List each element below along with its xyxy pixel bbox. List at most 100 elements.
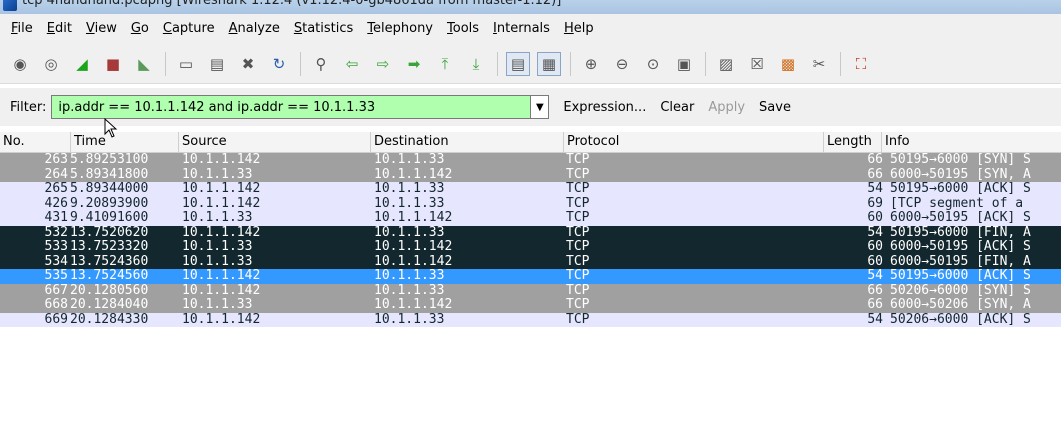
table-row[interactable]: 263 5.89253100 10.1.1.142 10.1.1.33 TCP 66 501…: [0, 153, 1061, 168]
go-forward-icon: ⇨: [376, 54, 390, 73]
start-capture-button[interactable]: ◢: [70, 52, 94, 76]
packet-length: 69: [867, 196, 883, 211]
menu-internals[interactable]: Internals: [486, 14, 557, 44]
packet-time: 5.89253100: [70, 153, 149, 167]
clear-button[interactable]: Clear: [660, 100, 694, 115]
find-packet-button[interactable]: ⚲: [309, 52, 333, 76]
column-header-length[interactable]: Length: [823, 132, 881, 152]
main-toolbar: ◉ ◎ ◢ ■ ◣ ▭ ▤ ✖ ↻ ⚲ ⇦ ⇨ ➡ ⤒ ⤓ ▤ ▦ ⊕ ⊖ ⊙ ▣ ▨ ☒ ▩ ✂ ⛶: [0, 44, 1061, 84]
colorize-button[interactable]: ▤: [506, 51, 530, 76]
zoom-out-button[interactable]: ⊖: [610, 52, 634, 76]
packet-info: 50195→6000 [SYN] S: [890, 153, 1031, 167]
packet-protocol: TCP: [566, 269, 590, 283]
menu-file[interactable]: File: [4, 14, 40, 44]
save-filter-button[interactable]: Save: [759, 100, 791, 115]
column-header-destination[interactable]: Destination: [370, 132, 564, 152]
packet-length: 54: [867, 182, 883, 196]
menu-go[interactable]: Go: [124, 14, 156, 44]
menu-analyze[interactable]: Analyze: [222, 14, 287, 44]
column-header-info[interactable]: Info: [881, 132, 1061, 152]
table-row[interactable]: 534 13.7524360 10.1.1.33 10.1.1.142 TCP 60 600…: [0, 254, 1061, 269]
table-row[interactable]: 667 20.1280560 10.1.1.142 10.1.1.33 TCP 66 502…: [0, 283, 1061, 298]
chevron-down-icon: ▼: [536, 101, 544, 113]
table-row[interactable]: 533 13.7523320 10.1.1.33 10.1.1.142 TCP 60 600…: [0, 240, 1061, 255]
packet-number: 535: [44, 269, 68, 283]
packet-list-rows: 263 5.89253100 10.1.1.142 10.1.1.33 TCP 66 501…: [0, 153, 1061, 327]
zoom-normal-button[interactable]: ⊙: [641, 52, 665, 76]
filter-dropdown-button[interactable]: ▼: [531, 95, 550, 119]
preferences-button[interactable]: ✂: [807, 52, 831, 76]
menu-help[interactable]: Help: [557, 14, 601, 44]
menu-edit[interactable]: Edit: [40, 14, 79, 44]
column-header-source[interactable]: Source: [178, 132, 372, 152]
packet-length: 60: [867, 254, 883, 269]
column-header-protocol[interactable]: Protocol: [563, 132, 823, 152]
go-forward-button[interactable]: ⇨: [371, 52, 395, 76]
packet-info: 50206→6000 [ACK] S: [890, 312, 1031, 327]
table-row[interactable]: 264 5.89341800 10.1.1.33 10.1.1.142 TCP 66 600…: [0, 167, 1061, 182]
reload-button[interactable]: ↻: [267, 52, 291, 76]
packet-length: 66: [867, 167, 883, 182]
packet-time: 9.41091600: [70, 211, 149, 225]
column-header-no[interactable]: No.: [0, 132, 70, 152]
toolbar-separator: [165, 51, 166, 76]
apply-button[interactable]: Apply: [708, 100, 745, 115]
packet-number: 264: [44, 167, 68, 182]
capture-filters-button[interactable]: ▨: [714, 52, 738, 76]
menu-telephony[interactable]: Telephony: [360, 14, 440, 44]
close-file-button[interactable]: ✖: [236, 52, 260, 76]
capture-options-button[interactable]: ◎: [39, 52, 63, 76]
packet-number: 534: [44, 254, 68, 269]
table-row[interactable]: 532 13.7520620 10.1.1.142 10.1.1.33 TCP 54 501…: [0, 225, 1061, 240]
packet-info: 50195→6000 [ACK] S: [890, 182, 1031, 196]
restart-capture-button[interactable]: ◣: [132, 52, 156, 76]
save-file-button[interactable]: ▤: [205, 52, 229, 76]
display-filter-input[interactable]: [51, 95, 532, 119]
table-row[interactable]: 669 20.1284330 10.1.1.142 10.1.1.33 TCP 54 502…: [0, 312, 1061, 327]
open-file-button[interactable]: ▭: [174, 52, 198, 76]
column-header-time[interactable]: Time: [70, 132, 178, 152]
display-filters-button[interactable]: ☒: [745, 52, 769, 76]
expression-button[interactable]: Expression...: [563, 100, 646, 115]
table-row[interactable]: 668 20.1284040 10.1.1.33 10.1.1.142 TCP 66 600…: [0, 298, 1061, 313]
filter-label: Filter:: [10, 99, 47, 115]
help-button[interactable]: ⛶: [849, 52, 873, 76]
packet-protocol: TCP: [566, 225, 590, 240]
packet-time: 5.89341800: [70, 167, 149, 182]
table-row[interactable]: 431 9.41091600 10.1.1.33 10.1.1.142 TCP 60 600…: [0, 211, 1061, 226]
packet-number: 263: [44, 153, 68, 167]
table-row[interactable]: 426 9.20893900 10.1.1.142 10.1.1.33 TCP 69 [TC…: [0, 196, 1061, 211]
save-file-icon: ▤: [209, 54, 225, 73]
capture-options-icon: ◎: [44, 54, 58, 73]
interface-list-button[interactable]: ◉: [8, 52, 32, 76]
go-last-button[interactable]: ⤓: [464, 52, 488, 76]
packet-info: 6000→50195 [ACK] S: [890, 211, 1031, 225]
packet-time: 20.1284040: [70, 298, 149, 312]
packet-destination: 10.1.1.142: [374, 167, 453, 182]
stop-capture-button[interactable]: ■: [101, 52, 125, 76]
packet-number: 533: [44, 240, 68, 254]
go-first-button[interactable]: ⤒: [433, 52, 457, 76]
packet-destination: 10.1.1.33: [374, 196, 445, 211]
menu-capture[interactable]: Capture: [156, 14, 222, 44]
resize-columns-button[interactable]: ▣: [672, 52, 696, 76]
window-title: tcp 4handhand.pcapng [Wireshark 1.12.4 (…: [22, 0, 562, 8]
coloring-rules-button[interactable]: ▩: [776, 52, 800, 76]
packet-list[interactable]: No. Time Source Destination Protocol Len…: [0, 132, 1061, 436]
menu-statistics[interactable]: Statistics: [287, 14, 360, 44]
go-first-icon: ⤒: [441, 54, 449, 73]
auto-scroll-button[interactable]: ▦: [537, 51, 561, 76]
packet-source: 10.1.1.142: [182, 312, 261, 327]
packet-destination: 10.1.1.33: [374, 283, 445, 298]
go-to-packet-button[interactable]: ➡: [402, 52, 426, 76]
go-back-button[interactable]: ⇦: [340, 52, 364, 76]
packet-source: 10.1.1.33: [182, 240, 253, 254]
wireshark-app-icon: [3, 0, 17, 11]
table-row-selected[interactable]: 535 13.7524560 10.1.1.142 10.1.1.33 TCP 54 501…: [0, 269, 1061, 284]
table-row[interactable]: 265 5.89344000 10.1.1.142 10.1.1.33 TCP 54 501…: [0, 182, 1061, 197]
zoom-in-button[interactable]: ⊕: [579, 52, 603, 76]
menu-view[interactable]: View: [79, 14, 124, 44]
menu-tools[interactable]: Tools: [440, 14, 486, 44]
filter-toolbar: Filter: ▼ Expression... Clear Apply Save: [0, 88, 1061, 126]
packet-number: 265: [44, 182, 68, 196]
